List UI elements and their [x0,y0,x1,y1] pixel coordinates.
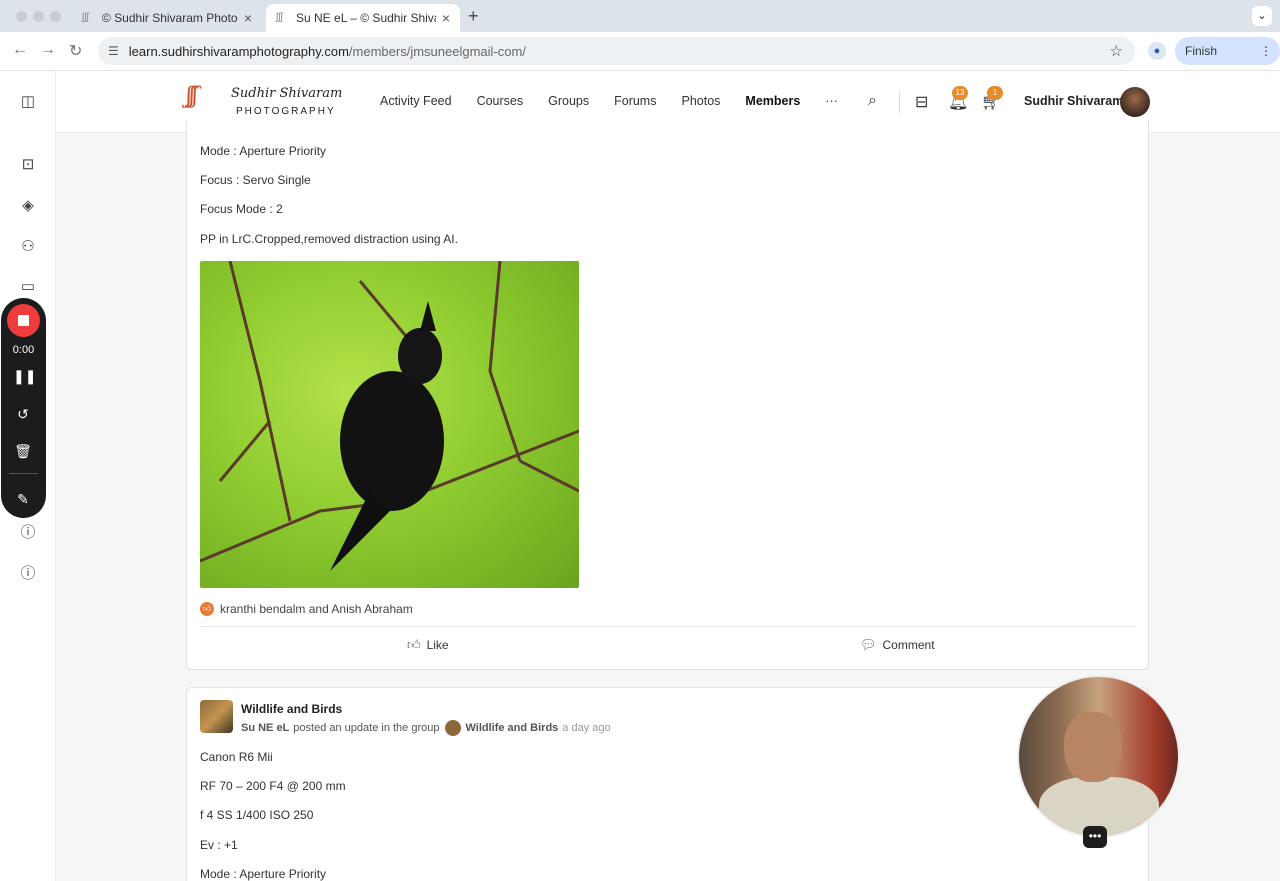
post-text-line: Ev : +1 [200,838,238,852]
window-zoom-button[interactable] [50,11,61,22]
info-icon[interactable]: ⓘ [19,524,37,542]
group-avatar[interactable] [200,700,233,733]
webcam-options-icon[interactable]: ••• [1083,826,1107,848]
tab-search-chevron-icon[interactable]: ⌄ [1252,6,1272,26]
reload-icon[interactable]: ↻ [69,41,82,61]
address-bar[interactable]: ☰ learn.sudhirshivaramphotography.com/me… [98,37,1135,65]
avatar[interactable] [1120,87,1150,117]
post-text-line: Canon R6 Mii [200,750,273,764]
pencil-icon[interactable]: ✎ [13,489,33,509]
thumbs-up-icon: 👍︎ [407,637,421,652]
search-icon[interactable]: ⌕ [868,92,877,110]
groups-icon[interactable]: ⚇ [19,238,37,256]
close-tab-icon[interactable]: × [244,10,252,26]
like-reaction-icon: 👍︎ [200,602,214,616]
post-text-line: Focus : Servo Single [200,173,311,187]
comment-button[interactable]: 💬︎ Comment [860,637,935,653]
profile-icon[interactable]: ● [1148,42,1166,60]
site-favicon-icon: ʃʃʃ [82,12,89,23]
post-meta: Su NE eL posted an update in the group W… [241,720,611,736]
post-time: a day ago [562,722,611,734]
post-text-line: Mode : Aperture Priority [200,867,327,881]
post-action-text: posted an update in the group [293,722,440,734]
group-name[interactable]: Wildlife and Birds [241,702,342,716]
restart-icon[interactable]: ↺ [13,404,33,424]
site-settings-icon[interactable]: ☰ [108,44,119,58]
like-button[interactable]: 👍︎ Like [407,637,449,653]
url-path: /members/jmsuneelgmail-com/ [348,43,526,59]
like-label: Like [426,638,449,652]
screen-recorder-panel: 0:00 ❚❚ ↺ 🗑 ✎ [1,298,46,518]
post-text-line: RF 70 – 200 F4 @ 200 mm [200,779,346,793]
forums-icon[interactable]: ▭ [19,278,37,296]
info-icon-secondary[interactable]: ⓘ [19,565,37,583]
comment-label: Comment [882,638,935,652]
forward-arrow-icon[interactable]: → [40,41,56,59]
tab-title: Su NE eL – © Sudhir Shivaran [296,11,436,25]
post-text-line: PP in LrC.Cropped,removed distraction us… [200,232,458,246]
sidebar-toggle-icon[interactable]: ◫ [19,93,37,111]
post-divider [200,626,1135,627]
browser-tab-2[interactable]: ʃʃʃ Su NE eL – © Sudhir Shivaran × [266,4,460,32]
finish-update-button[interactable]: Finish update ⋮ [1175,37,1280,86]
recorder-divider [9,473,38,474]
reactions-row[interactable]: 👍︎ kranthi bendalm and Anish Abraham [200,602,413,616]
post-text-line: f 4 SS 1/400 ISO 250 [200,808,314,822]
browser-tab-1[interactable]: ʃʃʃ © Sudhir Shivaram Photograp × [72,4,262,32]
post-photo[interactable] [200,261,579,588]
post-text-line: Mode : Aperture Priority [200,144,327,158]
browser-menu-icon[interactable]: ⋮ [1260,37,1272,65]
back-arrow-icon[interactable]: ← [12,41,28,59]
header-divider [899,91,900,113]
webcam-person-face [1064,712,1122,782]
cart-badge: 1 [987,86,1003,100]
trash-icon[interactable]: 🗑 [13,441,33,461]
courses-icon[interactable]: ◈ [19,197,37,215]
pause-icon[interactable]: ❚❚ [13,366,36,386]
recording-time: 0:00 [12,344,35,356]
window-close-button[interactable] [16,11,27,22]
logo-script: Sudhir Shivaram [231,86,343,101]
logo-mark-icon: ʃʃʃ [186,84,198,109]
bookmark-star-icon[interactable]: ☆ [1110,42,1123,60]
activity-icon[interactable]: ⊡ [19,156,37,174]
window-minimize-button[interactable] [33,11,44,22]
post-text-line: Focus Mode : 2 [200,202,283,216]
close-tab-icon[interactable]: × [442,10,450,26]
webcam-bubble[interactable] [1017,675,1180,838]
browser-toolbar: ← → ↻ ☰ learn.sudhirshivaramphotography.… [0,32,1280,86]
activity-post: Mode : Aperture Priority Focus : Servo S… [186,120,1149,670]
new-tab-button[interactable]: + [468,6,479,27]
group-link[interactable]: Wildlife and Birds [465,722,558,734]
activity-post: Wildlife and Birds Su NE eL posted an up… [186,687,1149,881]
inbox-icon[interactable]: ⊟ [915,92,928,112]
browser-tab-bar: ʃʃʃ © Sudhir Shivaram Photograp × ʃʃʃ Su… [0,0,1280,32]
group-mini-avatar [445,720,462,736]
comment-icon: 💬︎ [860,637,877,652]
url-host: learn.sudhirshivaramphotography.com [128,43,349,59]
stop-recording-button[interactable] [7,304,40,337]
tab-title: © Sudhir Shivaram Photograp [102,11,238,25]
site-logo[interactable]: ʃʃʃ Sudhir Shivaram PHOTOGRAPHY [186,84,346,120]
logo-subtitle: PHOTOGRAPHY [236,106,336,117]
post-author[interactable]: Su NE eL [241,722,289,734]
reactions-text: kranthi bendalm and Anish Abraham [220,602,413,616]
site-favicon-icon: ʃʃʃ [276,12,283,23]
bird-photo-illustration [200,261,579,571]
user-name[interactable]: Sudhir Shivaram [1024,94,1123,108]
notifications-badge: 13 [952,86,968,100]
